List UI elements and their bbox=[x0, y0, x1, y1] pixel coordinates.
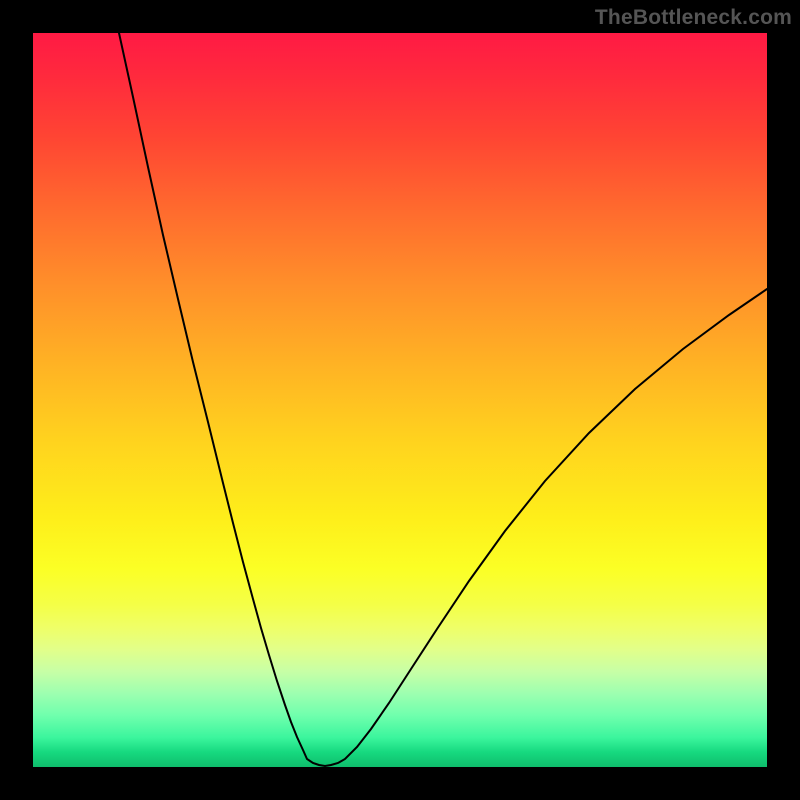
marker-pill bbox=[411, 649, 421, 664]
marker-pill bbox=[291, 725, 298, 742]
marker-pill bbox=[274, 674, 280, 691]
marker-pill bbox=[404, 660, 413, 675]
marker-pill bbox=[262, 630, 267, 647]
marker-pill bbox=[378, 701, 388, 716]
marker-pill bbox=[265, 645, 270, 662]
markers-group bbox=[248, 580, 464, 767]
marker-pill bbox=[345, 745, 358, 758]
marker-pill bbox=[371, 713, 381, 728]
marker-pill bbox=[297, 738, 306, 754]
highlight-markers bbox=[33, 33, 767, 767]
marker-pill bbox=[302, 750, 314, 764]
marker-pill bbox=[398, 670, 408, 685]
plot-area bbox=[33, 33, 767, 767]
marker-pill bbox=[257, 613, 262, 630]
chart-stage: TheBottleneck.com bbox=[0, 0, 800, 800]
marker-pill bbox=[281, 695, 287, 712]
marker-pill bbox=[308, 759, 324, 767]
attribution-label: TheBottleneck.com bbox=[595, 6, 792, 30]
marker-pill bbox=[286, 710, 292, 727]
marker-pill bbox=[441, 605, 451, 620]
marker-pill bbox=[270, 661, 275, 678]
marker-pill bbox=[248, 580, 253, 597]
marker-pill bbox=[429, 623, 439, 638]
marker-pill bbox=[363, 724, 374, 738]
marker-pill bbox=[253, 598, 258, 615]
marker-pill bbox=[326, 760, 343, 767]
marker-pill bbox=[386, 689, 396, 704]
marker-pill bbox=[453, 588, 463, 603]
marker-pill bbox=[354, 734, 366, 748]
marker-pill bbox=[336, 753, 351, 763]
marker-pill bbox=[423, 632, 433, 647]
